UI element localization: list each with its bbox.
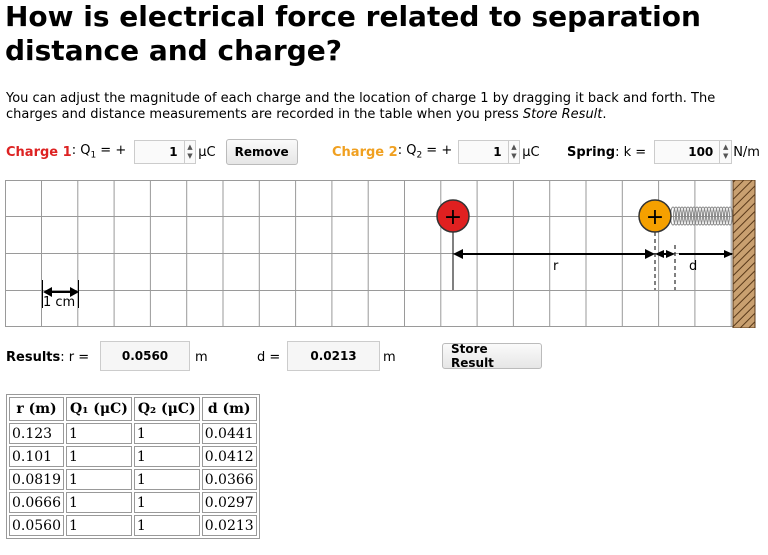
table-cell: 1 — [66, 469, 132, 490]
charge2: + — [638, 199, 672, 233]
results-label-group: Results: r = — [6, 350, 89, 365]
table-cell: 1 — [66, 515, 132, 536]
r-unit: m — [195, 350, 208, 365]
results-table: r (m) Q₁ (μC) Q₂ (μC) d (m) 0.123 1 1 0.0441 0.… — [6, 394, 260, 539]
plus-icon: + — [646, 205, 664, 230]
spring-unit: N/m — [733, 144, 760, 160]
charge1-handle[interactable]: + — [436, 199, 470, 233]
d-result-field: 0.0213 — [287, 341, 380, 371]
table-cell: 1 — [133, 469, 200, 490]
table-row: 0.123 1 1 0.0441 — [9, 423, 257, 444]
r-result-field: 0.0560 — [100, 341, 190, 371]
table-cell: 1 — [66, 492, 132, 513]
remove-button[interactable]: Remove — [225, 139, 298, 165]
charge2-spinner[interactable]: ▲ ▼ — [507, 141, 520, 163]
page-title: How is electrical force related to separ… — [5, 0, 701, 67]
table-cell: 0.0297 — [201, 492, 257, 513]
spring-value: 100 — [688, 145, 714, 159]
charge2-input[interactable]: 1 ▲ ▼ — [458, 140, 521, 164]
up-arrow-icon[interactable]: ▲ — [723, 143, 728, 152]
spring-controls: Spring : k = 100 ▲ ▼ N/m — [567, 139, 760, 165]
table-header-cell: Q₁ (μC) — [66, 397, 132, 421]
spring-label: Spring — [567, 144, 616, 160]
table-header-cell: r (m) — [9, 397, 64, 421]
charge2-value: 1 — [493, 145, 502, 159]
spring-input[interactable]: 100 ▲ ▼ — [654, 140, 733, 164]
table-cell: 1 — [133, 423, 200, 444]
table-header-row: r (m) Q₁ (μC) Q₂ (μC) d (m) — [9, 397, 257, 421]
table-cell: 0.0441 — [201, 423, 257, 444]
table-row: 0.0819 1 1 0.0366 — [9, 469, 257, 490]
spring-spinner[interactable]: ▲ ▼ — [719, 141, 731, 163]
instructions-store-result: Store Result — [522, 107, 603, 122]
table-header-cell: Q₂ (μC) — [133, 397, 200, 421]
charge1-unit: μC — [198, 144, 216, 160]
charge1-controls: Charge 1 : Q1 = + 1 ▲ ▼ μC Remove — [6, 139, 298, 165]
charge2-expr: : Q2 = + — [397, 143, 453, 161]
plus-icon: + — [444, 205, 462, 230]
down-arrow-icon[interactable]: ▼ — [187, 152, 192, 161]
charge2-label: Charge 2 — [332, 144, 398, 160]
table-row: 0.0560 1 1 0.0213 — [9, 515, 257, 536]
store-result-button[interactable]: Store Result — [442, 342, 542, 370]
table-cell: 1 — [66, 446, 132, 467]
d-label: d — [689, 259, 697, 274]
table-cell: 1 — [133, 515, 200, 536]
simulation-canvas: r d 1 cm + + — [5, 180, 756, 328]
spring-expr: : k = — [615, 144, 647, 160]
table-row: 0.0666 1 1 0.0297 — [9, 492, 257, 513]
table-cell: 0.0412 — [201, 446, 257, 467]
charge1-spinner[interactable]: ▲ ▼ — [183, 141, 196, 163]
wall — [732, 180, 756, 328]
table-cell: 1 — [133, 492, 200, 513]
table-cell: 0.0560 — [9, 515, 64, 536]
r-expr: : r = — [60, 350, 90, 365]
table-cell: 0.123 — [9, 423, 64, 444]
up-arrow-icon[interactable]: ▲ — [187, 143, 192, 152]
table-cell: 0.0819 — [9, 469, 64, 490]
charge2-unit: μC — [522, 144, 540, 160]
charge1-label: Charge 1 — [6, 144, 72, 160]
charge1-expr: : Q1 = + — [71, 143, 127, 161]
d-expr: d = — [257, 350, 281, 365]
instructions: You can adjust the magnitude of each cha… — [6, 91, 756, 123]
table-cell: 0.101 — [9, 446, 64, 467]
table-cell: 1 — [66, 423, 132, 444]
results-label: Results — [6, 350, 61, 365]
scale-label: 1 cm — [43, 295, 75, 310]
table-cell: 0.0366 — [201, 469, 257, 490]
down-arrow-icon[interactable]: ▼ — [511, 152, 516, 161]
up-arrow-icon[interactable]: ▲ — [511, 143, 516, 152]
table-header-cell: d (m) — [201, 397, 257, 421]
charge1-input[interactable]: 1 ▲ ▼ — [134, 140, 197, 164]
table-cell: 1 — [133, 446, 200, 467]
instructions-text: You can adjust the magnitude of each cha… — [6, 91, 716, 122]
instructions-end: . — [602, 107, 607, 122]
table-cell: 0.0213 — [201, 515, 257, 536]
down-arrow-icon[interactable]: ▼ — [723, 152, 728, 161]
d-unit: m — [383, 350, 396, 365]
r-label: r — [553, 259, 559, 274]
table-row: 0.101 1 1 0.0412 — [9, 446, 257, 467]
charge2-controls: Charge 2 : Q2 = + 1 ▲ ▼ μC — [332, 139, 540, 165]
charge1-value: 1 — [169, 145, 178, 159]
table-cell: 0.0666 — [9, 492, 64, 513]
